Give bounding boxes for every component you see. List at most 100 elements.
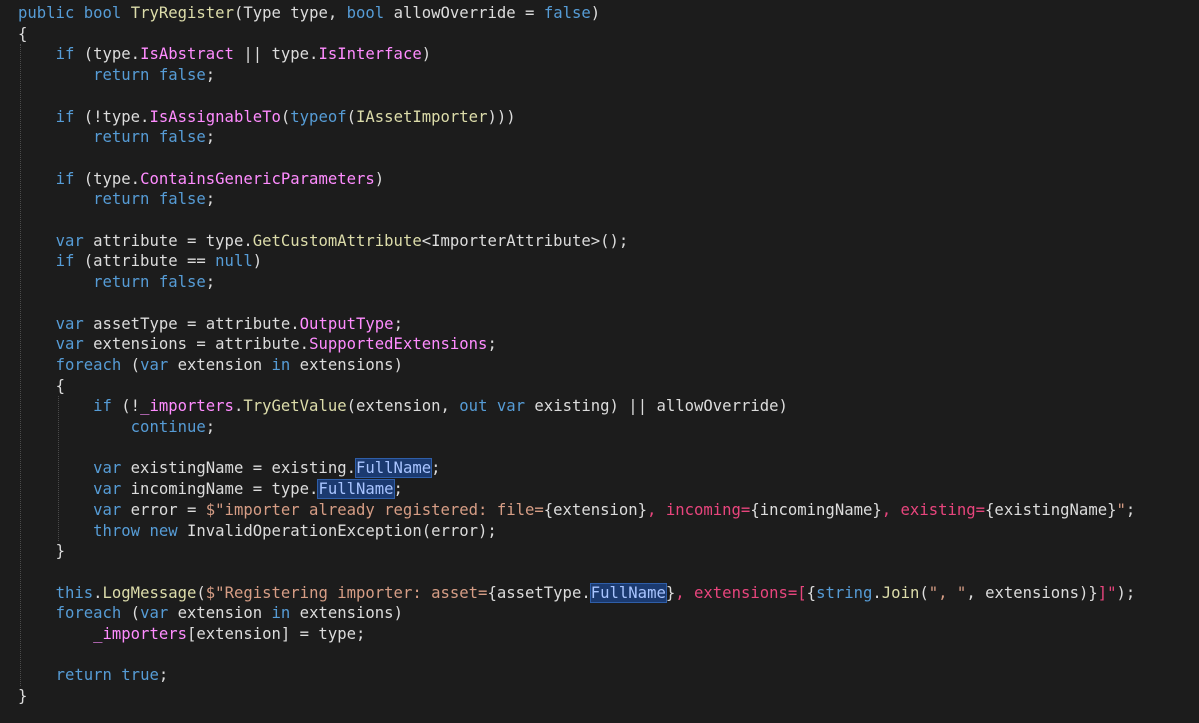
code-line[interactable]: var assetType = attribute.OutputType;	[18, 314, 403, 335]
code-line[interactable]: var incomingName = type.FullName;	[18, 479, 403, 500]
code-token: false	[543, 4, 591, 22]
code-line[interactable]: return true;	[18, 665, 169, 686]
code-line[interactable]: foreach (var extension in extensions)	[18, 603, 403, 624]
code-token: $"importer already registered: file=	[205, 500, 544, 519]
code-token: (	[919, 583, 929, 602]
code-token: var	[55, 231, 84, 250]
code-token: extensions = attribute.	[83, 335, 310, 354]
code-line[interactable]: var extensions = attribute.SupportedExte…	[18, 334, 497, 355]
code-token: ;	[205, 66, 216, 85]
code-token: SupportedExtensions	[309, 335, 488, 354]
code-token: if	[55, 252, 75, 271]
code-token: this	[55, 583, 94, 602]
code-token: InvalidOperationException(error);	[177, 521, 497, 540]
code-line[interactable]: _importers[extension] = type;	[18, 624, 365, 645]
code-line[interactable]: return false;	[18, 272, 215, 293]
code-token: {	[55, 376, 65, 395]
code-token: return	[93, 273, 150, 292]
code-token: (attribute ==	[74, 252, 216, 271]
code-token: assetType = attribute.	[83, 314, 300, 333]
code-token: ;	[205, 190, 216, 209]
code-line[interactable]: if (type.IsAbstract || type.IsInterface)	[18, 44, 432, 65]
code-token: LogMessage	[102, 583, 197, 602]
code-line[interactable]: foreach (var extension in extensions)	[18, 355, 403, 376]
code-token: {	[806, 583, 817, 602]
code-line[interactable]: return false;	[18, 127, 215, 148]
code-token: [extension] = type;	[187, 625, 366, 643]
code-token: error =	[121, 500, 206, 519]
code-line[interactable]: }	[18, 686, 27, 707]
code-token: , extensions)}	[966, 583, 1098, 602]
code-line[interactable]: var error = $"importer already registere…	[18, 500, 1135, 521]
code-line[interactable]: if (attribute == null)	[18, 251, 263, 272]
code-token: typeof	[290, 107, 347, 126]
code-token: ;	[393, 480, 403, 499]
code-token: return	[93, 128, 150, 147]
code-token: var	[93, 459, 122, 478]
code-token: return	[93, 66, 150, 85]
code-token: (	[121, 604, 141, 623]
code-token: (type.	[74, 45, 141, 64]
code-line[interactable]: throw new InvalidOperationException(erro…	[18, 521, 497, 542]
code-token: "	[1116, 500, 1126, 519]
code-line[interactable]: public bool TryRegister(Type type, bool …	[18, 3, 600, 24]
code-editor[interactable]: public bool TryRegister(Type type, bool …	[0, 0, 1199, 723]
code-line[interactable]: if (!type.IsAssignableTo(typeof(IAssetIm…	[18, 107, 516, 128]
code-token: var	[93, 480, 122, 499]
code-token: GetCustomAttribute	[252, 231, 422, 250]
code-token: {	[18, 24, 28, 43]
code-token: , extensions=[	[675, 583, 807, 602]
code-token: var	[55, 314, 84, 333]
code-token: <ImporterAttribute>();	[421, 231, 629, 250]
code-line[interactable]: if (!_importers.TryGetValue(extension, o…	[18, 396, 788, 417]
code-token: ;	[487, 335, 497, 354]
code-token: out	[459, 397, 488, 416]
code-line[interactable]: var attribute = type.GetCustomAttribute<…	[18, 231, 629, 252]
code-token: if	[55, 45, 75, 64]
code-line[interactable]: }	[18, 541, 65, 562]
code-token: existingName = existing.	[121, 459, 356, 478]
code-line[interactable]: return false;	[18, 189, 215, 210]
code-token: ;	[205, 418, 216, 436]
code-token: (	[346, 107, 357, 126]
code-token: continue	[130, 418, 206, 436]
code-token: if	[93, 397, 112, 416]
code-token: }	[665, 583, 676, 602]
code-line[interactable]: var existingName = existing.FullName;	[18, 458, 441, 479]
code-line[interactable]: if (type.ContainsGenericParameters)	[18, 169, 385, 190]
indent-guide	[20, 44, 21, 687]
code-token: false	[158, 66, 206, 85]
code-token: var	[140, 604, 169, 623]
code-token: _importers	[93, 625, 187, 643]
code-token: {extension}	[543, 500, 648, 519]
code-token: ]"	[1097, 583, 1117, 602]
code-line[interactable]: return false;	[18, 65, 215, 86]
code-line[interactable]: {	[18, 376, 65, 397]
code-token: var	[140, 355, 169, 374]
code-token: extension	[168, 604, 272, 623]
code-line[interactable]: continue;	[18, 417, 216, 438]
code-token: var	[496, 397, 526, 416]
code-token: IsInterface	[318, 45, 422, 64]
indent-guide	[57, 396, 59, 542]
code-token: TryRegister	[130, 4, 234, 22]
code-token: IsAbstract	[140, 45, 234, 64]
code-line[interactable]: {	[18, 24, 27, 45]
code-token: FullName	[354, 458, 433, 479]
code-token: new	[149, 521, 178, 540]
code-line[interactable]: this.LogMessage($"Registering importer: …	[18, 582, 1135, 604]
